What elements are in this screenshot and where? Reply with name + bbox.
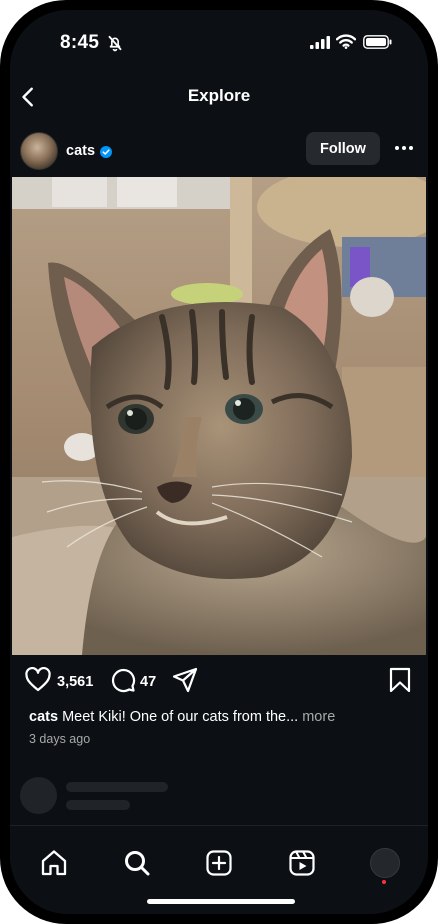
reels-icon[interactable]	[287, 848, 317, 878]
comments-count[interactable]: 47	[140, 674, 156, 690]
wifi-icon	[336, 34, 356, 49]
screen: 8:45 Explore cats Follow 3,561 47 cats M…	[10, 10, 428, 914]
likes-count[interactable]: 3,561	[57, 674, 93, 690]
avatar[interactable]	[20, 132, 58, 170]
battery-icon	[363, 35, 392, 49]
loading-line-placeholder	[66, 782, 168, 792]
more-icon[interactable]	[394, 143, 414, 153]
top-bar: Explore	[10, 72, 428, 122]
notification-dot	[382, 880, 386, 884]
bell-off-icon	[108, 35, 122, 52]
page-title: Explore	[187, 86, 251, 105]
home-indicator	[147, 899, 295, 904]
post-timestamp: 3 days ago	[29, 732, 91, 746]
bookmark-icon[interactable]	[388, 667, 412, 693]
post-actions: 3,561 47	[10, 667, 428, 699]
home-icon[interactable]	[39, 848, 69, 878]
signal-icon	[310, 36, 330, 49]
post-username[interactable]: cats	[66, 143, 95, 159]
profile-avatar-tab[interactable]	[370, 848, 400, 878]
caption-text: Meet Kiki! One of our cats from the...	[62, 709, 299, 725]
loading-avatar-placeholder	[20, 777, 57, 814]
caption-username[interactable]: cats	[29, 709, 58, 725]
phone-frame: 8:45 Explore cats Follow 3,561 47 cats M…	[0, 0, 438, 924]
status-bar: 8:45	[10, 10, 428, 72]
loading-line-placeholder	[66, 800, 130, 810]
post-header: cats Follow	[10, 126, 428, 182]
verified-icon	[100, 146, 112, 158]
create-icon[interactable]	[204, 848, 234, 878]
post-caption: cats Meet Kiki! One of our cats from the…	[29, 709, 335, 725]
heart-icon[interactable]	[25, 667, 51, 693]
caption-more-link[interactable]: more	[302, 709, 335, 725]
post-photo[interactable]	[12, 177, 426, 655]
follow-button[interactable]: Follow	[306, 132, 380, 165]
status-time: 8:45	[60, 32, 100, 53]
search-icon[interactable]	[122, 848, 152, 878]
share-icon[interactable]	[172, 667, 198, 693]
comment-icon[interactable]	[110, 667, 136, 693]
